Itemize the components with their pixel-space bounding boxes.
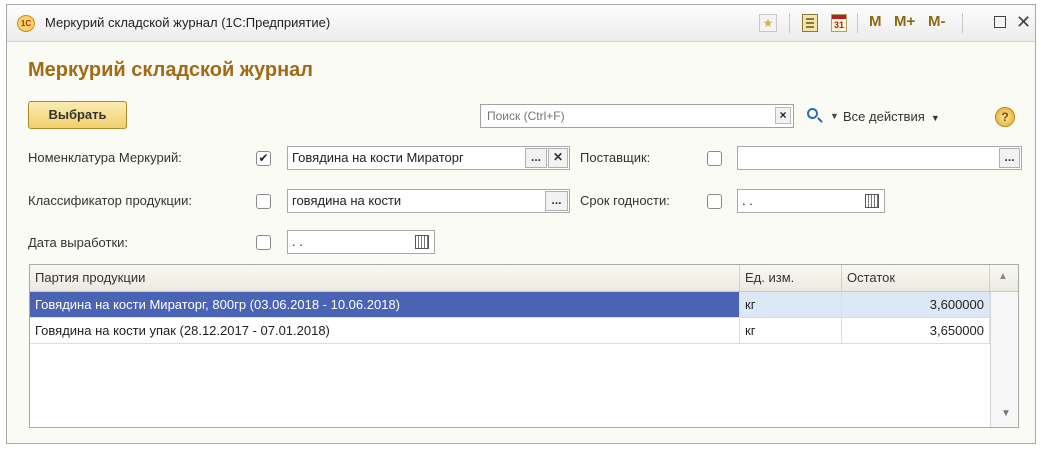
form-heading: Меркурий складской журнал [28,59,313,81]
chevron-down-icon: ▼ [928,113,940,123]
maximize-button[interactable] [994,16,1006,28]
expiry-label: Срок годности: [580,193,670,208]
cell-unit: кг [740,318,842,344]
table-scrollbar[interactable]: ▼ [990,292,1018,427]
production-date-value: . . [292,234,303,249]
window-title: Меркурий складской журнал (1С:Предприяти… [45,15,331,30]
nomenclature-checkbox[interactable]: ✔ [256,151,271,166]
memory-plus-button[interactable]: M+ [894,13,915,30]
toolbar-divider [962,13,963,33]
classifier-field[interactable]: говядина на кости [287,189,570,213]
nomenclature-label: Номенклатура Меркурий: [28,150,182,165]
column-header-balance[interactable]: Остаток [842,265,990,291]
supplier-label: Поставщик: [580,150,651,165]
scroll-up-icon[interactable]: ▲ [998,271,1008,282]
supplier-select-button[interactable]: ... [999,148,1020,168]
all-actions-menu[interactable]: Все действия ▼ [843,109,940,124]
production-date-label: Дата выработки: [28,235,129,250]
classifier-label: Классификатор продукции: [28,193,192,208]
memory-minus-button[interactable]: M- [928,13,946,30]
cell-unit: кг [740,292,842,318]
app-logo-icon: 1С [17,15,35,32]
title-bar: 1С Меркурий складской журнал (1С:Предпри… [7,5,1035,42]
toolbar-divider [789,13,790,33]
supplier-field[interactable] [737,146,1022,170]
table-row[interactable]: Говядина на кости упак (28.12.2017 - 07.… [30,318,990,344]
search-clear-button[interactable]: × [775,107,791,124]
select-button[interactable]: Выбрать [28,101,127,129]
toolbar-divider [857,13,858,33]
cell-balance: 3,600000 [842,292,990,318]
column-header-unit[interactable]: Ед. изм. [740,265,842,291]
favorite-star-icon[interactable]: ★ [759,14,777,32]
all-actions-label: Все действия [843,109,925,124]
search-dropdown-icon[interactable]: ▼ [830,111,839,121]
column-header-batch[interactable]: Партия продукции [30,265,740,291]
expiry-calendar-icon[interactable] [865,194,879,208]
search-input[interactable] [480,104,794,128]
calendar-icon[interactable]: 31 [831,14,847,32]
classifier-checkbox[interactable] [256,194,271,209]
cell-batch: Говядина на кости упак (28.12.2017 - 07.… [30,318,740,344]
search-icon[interactable] [807,108,818,119]
memory-m-button[interactable]: M [869,13,882,30]
classifier-value: говядина на кости [292,193,402,208]
nomenclature-clear-button[interactable]: ✕ [548,148,568,168]
nomenclature-value: Говядина на кости Мираторг [292,150,464,165]
table-row[interactable]: Говядина на кости Мираторг, 800гр (03.06… [30,292,990,318]
batch-table: Партия продукции Ед. изм. Остаток ▲ Говя… [29,264,1019,428]
cell-balance: 3,650000 [842,318,990,344]
expiry-date-value: . . [742,193,753,208]
help-icon[interactable]: ? [995,107,1015,127]
production-date-checkbox[interactable] [256,235,271,250]
nomenclature-select-button[interactable]: ... [525,148,547,168]
classifier-select-button[interactable]: ... [545,191,568,211]
scroll-down-icon[interactable]: ▼ [1001,408,1011,419]
expiry-date-field[interactable]: . . [737,189,885,213]
production-date-calendar-icon[interactable] [415,235,429,249]
cell-batch: Говядина на кости Мираторг, 800гр (03.06… [30,292,740,318]
expiry-checkbox[interactable] [707,194,722,209]
supplier-checkbox[interactable] [707,151,722,166]
close-button[interactable]: ✕ [1016,12,1031,33]
production-date-field[interactable]: . . [287,230,435,254]
calculator-icon[interactable] [802,14,818,32]
table-header: Партия продукции Ед. изм. Остаток ▲ [30,265,1018,292]
main-window: 1С Меркурий складской журнал (1С:Предпри… [6,4,1036,444]
